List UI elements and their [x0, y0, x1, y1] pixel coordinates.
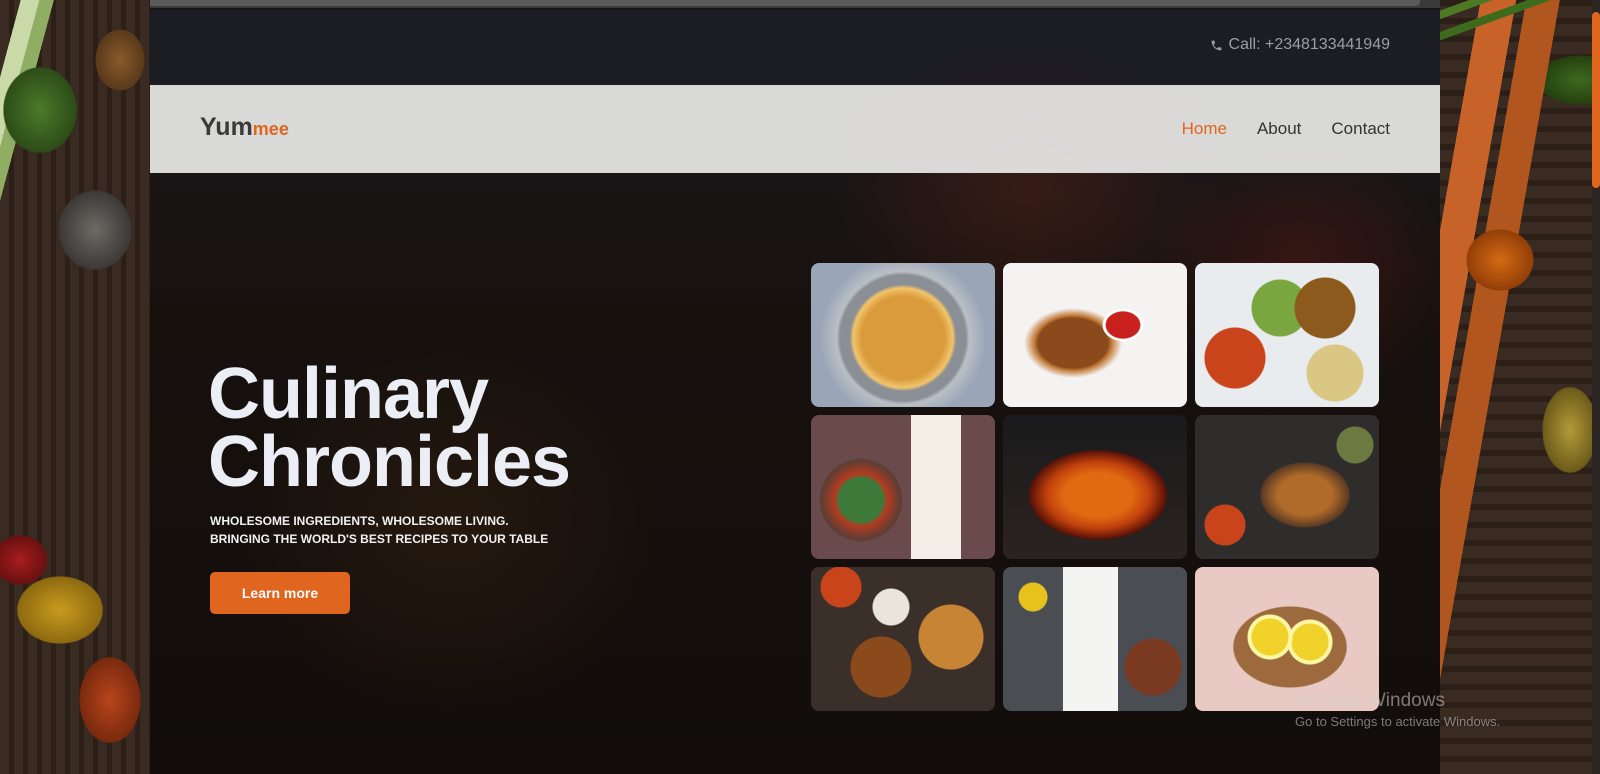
page-container: Call: +2348133441949 Yummee Home About C…: [150, 10, 1440, 774]
rice-salad-bowl-image[interactable]: [811, 263, 995, 407]
navbar: Yummee Home About Contact: [150, 85, 1440, 173]
hero-tagline: WHOLESOME INGREDIENTS, WHOLESOME LIVING.…: [210, 512, 548, 548]
site-logo[interactable]: Yummee: [200, 113, 289, 142]
tagline-line2: BRINGING THE WORLD'S BEST RECIPES TO YOU…: [210, 532, 549, 546]
logo-accent: mee: [252, 119, 289, 139]
browser-top-strip: [0, 0, 1600, 8]
vertical-scrollbar[interactable]: [1592, 0, 1600, 774]
phone-icon: [1210, 39, 1223, 52]
horizontal-scrollbar[interactable]: [0, 0, 1420, 6]
main-nav: Home About Contact: [1182, 119, 1390, 139]
nav-home[interactable]: Home: [1182, 119, 1227, 139]
notepad-and-grill-image[interactable]: [1003, 567, 1187, 711]
background-vegetables-right: [1440, 0, 1600, 774]
phone-number: Call: +2348133441949: [1228, 36, 1390, 53]
watermark-title: Activate Windows: [1295, 690, 1445, 711]
mixed-dishes-image[interactable]: [811, 567, 995, 711]
watermark-subtitle: Go to Settings to activate Windows.: [1295, 714, 1501, 729]
hero-title: Culinary Chronicles: [208, 358, 571, 498]
pepper-stir-fry-image[interactable]: [1003, 415, 1187, 559]
call-link[interactable]: Call: +2348133441949: [1210, 36, 1390, 54]
logo-main: Yum: [200, 113, 253, 141]
grilled-chicken-wings-image[interactable]: [1003, 263, 1187, 407]
hero-title-line2: Chronicles: [208, 422, 571, 502]
food-gallery: [811, 263, 1379, 711]
salad-and-notebook-image[interactable]: [811, 415, 995, 559]
tagline-line1: WHOLESOME INGREDIENTS, WHOLESOME LIVING.: [210, 514, 509, 528]
info-bar: Call: +2348133441949: [150, 10, 1440, 85]
table-spread-image[interactable]: [1195, 263, 1379, 407]
windows-activation-watermark: Activate Windows Go to Settings to activ…: [1295, 690, 1500, 729]
scrollbar-thumb[interactable]: [1592, 12, 1600, 188]
learn-more-button[interactable]: Learn more: [210, 572, 350, 614]
nav-about[interactable]: About: [1257, 119, 1301, 139]
background-vegetables-left: [0, 0, 150, 774]
nav-contact[interactable]: Contact: [1331, 119, 1390, 139]
roast-chicken-spread-image[interactable]: [1195, 415, 1379, 559]
